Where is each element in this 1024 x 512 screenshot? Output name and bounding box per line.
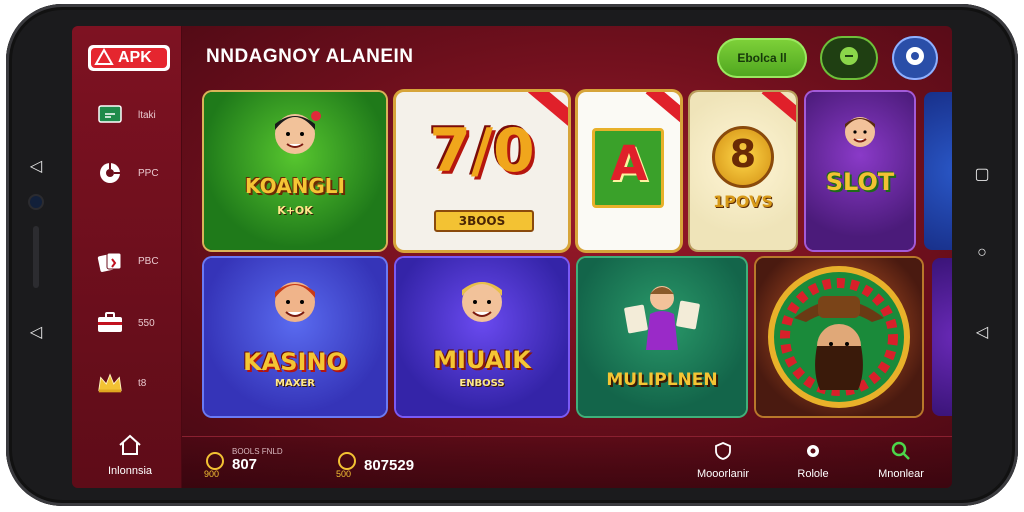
stat-caption: BOOLS FNLD	[232, 447, 283, 456]
stat-coin-label: 500	[336, 469, 352, 479]
back-triangle-icon-right[interactable]: ◁	[962, 322, 1002, 342]
game-subtitle: 1POVS	[713, 192, 773, 211]
recents-square-icon[interactable]: ▢	[962, 164, 1002, 184]
back-triangle-icon[interactable]: ◁	[16, 156, 56, 176]
bottom-bar: BOOLS FNLD 807 900 807529 500 Mooorlanir…	[182, 436, 952, 488]
game-character-art	[275, 282, 315, 322]
home-circle-icon[interactable]: ○	[962, 244, 1002, 262]
app-screen: APK ltaki PPC PBC 550 t8 Inlonnsia NNDAG…	[72, 26, 952, 488]
nav-button-2[interactable]: Rolole	[788, 441, 838, 480]
hot-ribbon	[645, 92, 680, 126]
game-title: KASINO	[243, 348, 347, 376]
briefcase-icon	[96, 311, 124, 335]
side-speaker	[33, 226, 39, 288]
home-button[interactable]: Inlonnsia	[90, 434, 170, 477]
tile-peek-right-2[interactable]	[932, 258, 952, 416]
roulette-cowboy-art	[768, 266, 910, 408]
game-subtitle: MAXER	[275, 378, 315, 389]
primary-action-button[interactable]: Ebolca ll	[717, 38, 807, 78]
hot-ribbon	[761, 92, 796, 126]
game-title: SLOT	[825, 168, 895, 196]
game-character-art	[624, 286, 700, 350]
home-label: Inlonnsia	[107, 465, 153, 477]
game-tile-9[interactable]	[756, 258, 922, 416]
stat-coin-label: 900	[204, 469, 220, 479]
stat-value: 807	[232, 456, 258, 473]
cards-icon	[96, 249, 124, 273]
apk-logo[interactable]: APK	[82, 40, 174, 76]
game-character-art	[462, 282, 502, 322]
sidebar-item-rocket[interactable]: PPC	[96, 158, 176, 188]
game-title: MULIPLNEN	[606, 370, 718, 390]
game-subtitle: 3BOOS	[458, 214, 506, 228]
house-icon	[90, 434, 170, 459]
crown-icon	[96, 371, 124, 395]
game-character-art	[275, 111, 321, 154]
game-tile-4[interactable]: 8 1POVS	[690, 92, 796, 250]
game-tile-5[interactable]: SLOT	[806, 92, 914, 250]
coin-icon	[206, 451, 224, 470]
back-triangle-icon-lower[interactable]: ◁	[16, 322, 56, 342]
nav-label: Mooorlanir	[697, 468, 749, 480]
settings-icon	[788, 441, 838, 464]
game-tile-3[interactable]: A	[578, 92, 680, 250]
game-tile-2[interactable]: 7/0 3BOOS	[396, 92, 568, 250]
tile-peek-right-1[interactable]	[924, 92, 952, 250]
game-title: 8	[729, 132, 757, 176]
game-title: 7/0	[429, 116, 535, 186]
nav-button-1[interactable]: Mooorlanir	[688, 441, 758, 480]
game-tile-8[interactable]: MULIPLNEN	[578, 258, 746, 416]
search-icon	[866, 441, 936, 464]
sidebar-item-chat[interactable]: ltaki	[96, 100, 176, 130]
game-character-art	[845, 117, 875, 147]
game-subtitle: ENBOSS	[459, 378, 505, 389]
page-title: NNDAGNOY ALANEIN	[206, 46, 414, 67]
shield-icon	[688, 441, 758, 464]
chat-icon	[96, 103, 124, 127]
logo-text: APK	[118, 49, 152, 66]
sidebar-item-crown[interactable]: t8	[96, 368, 176, 398]
primary-action-label: Ebolca ll	[737, 51, 787, 65]
nav-button-3[interactable]: Mnonlear	[866, 441, 936, 480]
front-camera	[30, 196, 42, 208]
game-title: A	[610, 136, 648, 192]
chat-bubble-icon	[836, 45, 862, 72]
rocket-icon	[96, 161, 124, 185]
game-tile-6[interactable]: KASINO MAXER	[204, 258, 386, 416]
sidebar-item-label: PBC	[138, 255, 159, 267]
sidebar-item-cards[interactable]: PBC	[96, 246, 176, 276]
sidebar-item-label: PPC	[138, 167, 159, 179]
stat-value: 807529	[364, 457, 415, 474]
sidebar-item-label: 550	[138, 317, 155, 329]
profile-button[interactable]	[892, 36, 938, 80]
game-tile-7[interactable]: MIUAIK ENBOSS	[396, 258, 568, 416]
game-tile-1[interactable]: KOANGLI K+OK	[204, 92, 386, 250]
sidebar: APK ltaki PPC PBC 550 t8 Inlonnsia	[72, 26, 182, 488]
nav-label: Rolole	[797, 468, 829, 480]
sidebar-item-label: t8	[138, 377, 147, 389]
game-title: KOANGLI	[245, 174, 345, 198]
chat-button[interactable]	[820, 36, 878, 80]
sidebar-item-briefcase[interactable]: 550	[96, 308, 176, 338]
nav-label: Mnonlear	[878, 468, 924, 480]
game-subtitle: K+OK	[277, 204, 313, 217]
game-title: MIUAIK	[433, 346, 531, 374]
profile-icon	[904, 45, 926, 72]
sidebar-item-label: ltaki	[138, 109, 156, 121]
coin-icon	[338, 451, 356, 470]
